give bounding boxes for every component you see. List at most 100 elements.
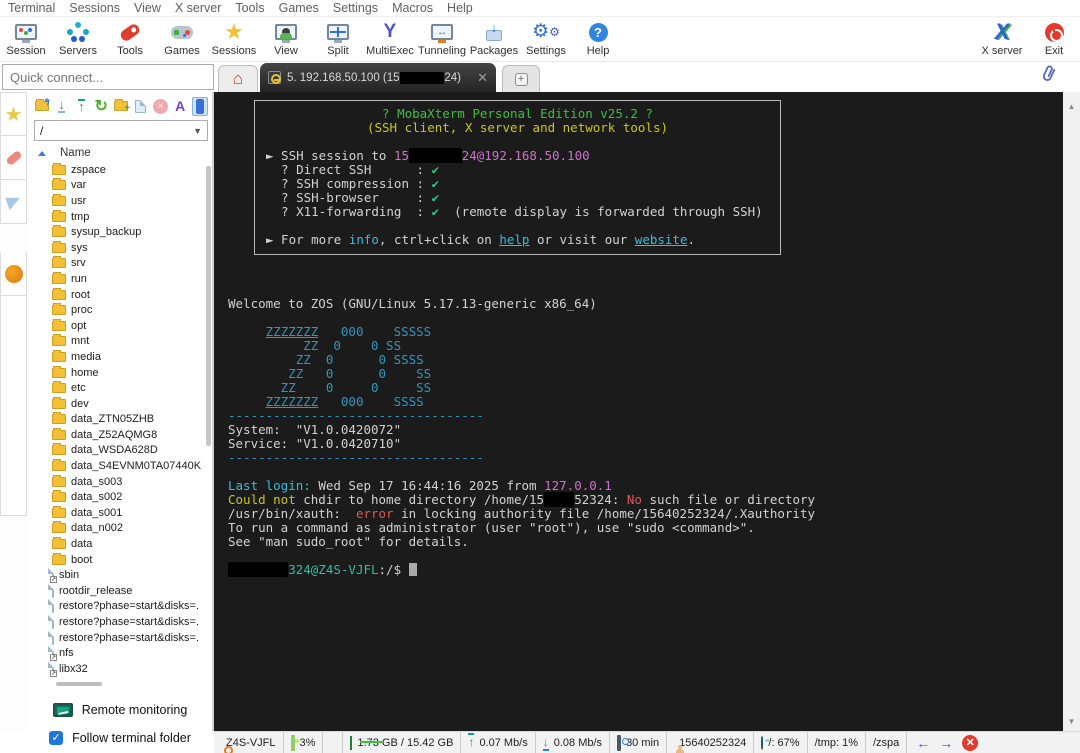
tree-item-rootdir-release[interactable]: rootdir_release bbox=[28, 583, 212, 599]
menu-item-terminal[interactable]: Terminal bbox=[6, 1, 67, 15]
file-icon bbox=[52, 583, 54, 598]
tree-item-data[interactable]: data bbox=[28, 536, 212, 552]
follow-terminal-label: Follow terminal folder bbox=[72, 731, 191, 745]
active-session-tab[interactable]: 5. 192.168.50.100 (15640252324) ✕ bbox=[260, 63, 496, 92]
tree-item-zspace[interactable]: zspace bbox=[28, 162, 212, 178]
close-session-button[interactable]: ✕ bbox=[962, 734, 979, 751]
tree-hscrollbar[interactable] bbox=[28, 680, 212, 688]
sidebar-tab-macros[interactable] bbox=[0, 180, 27, 224]
session-button[interactable]: Session bbox=[0, 17, 52, 61]
tunneling-button[interactable]: ↔ Tunneling bbox=[416, 17, 468, 61]
tools-button[interactable]: Tools bbox=[104, 17, 156, 61]
tree-item-sys[interactable]: sys bbox=[28, 240, 212, 256]
games-button[interactable]: Games bbox=[156, 17, 208, 61]
download-icon[interactable]: ↓ bbox=[54, 97, 70, 116]
mobaxterm-window: Terminal Sessions View X server Tools Games Se… bbox=[0, 0, 1080, 753]
tree-item-data-s003[interactable]: data_s003 bbox=[28, 474, 212, 490]
new-file-icon[interactable] bbox=[133, 97, 149, 116]
tab-bar: ⌂ 5. 192.168.50.100 (15640252324) ✕ + bbox=[216, 62, 1062, 92]
follow-track-icon[interactable] bbox=[192, 96, 209, 116]
menu-item-macros[interactable]: Macros bbox=[390, 1, 445, 15]
tree-item-home[interactable]: home bbox=[28, 365, 212, 381]
tree-item-mnt[interactable]: mnt bbox=[28, 334, 212, 350]
sidebar-tab-tools[interactable] bbox=[0, 136, 27, 180]
follow-terminal-folder-row: ✓ Follow terminal folder bbox=[28, 724, 212, 752]
x-server-button[interactable]: XX server bbox=[976, 17, 1028, 61]
next-tab-arrow-icon[interactable]: → bbox=[937, 735, 955, 751]
tree-item-data-z52aqmg8[interactable]: data_Z52AQMG8 bbox=[28, 427, 212, 443]
tree-scrollbar[interactable] bbox=[204, 162, 211, 680]
terminal-scrollbar[interactable]: ▲ ▼ bbox=[1063, 92, 1080, 731]
remote-monitoring-button[interactable]: Remote monitoring bbox=[28, 696, 212, 724]
home-tab[interactable]: ⌂ bbox=[218, 65, 258, 92]
tree-header[interactable]: Name bbox=[28, 141, 212, 162]
follow-terminal-checkbox[interactable]: ✓ bbox=[49, 731, 64, 745]
games-icon bbox=[171, 20, 193, 44]
tree-item-opt[interactable]: opt bbox=[28, 318, 212, 334]
path-combobox[interactable]: / ▼ bbox=[34, 120, 208, 141]
scroll-up-icon[interactable]: ▲ bbox=[1063, 98, 1080, 114]
scroll-down-icon[interactable]: ▼ bbox=[1063, 713, 1080, 729]
status-3-: 3% bbox=[284, 731, 324, 753]
folder-icon bbox=[52, 474, 66, 487]
folder-icon bbox=[52, 318, 66, 331]
sessions-button[interactable]: ★ Sessions bbox=[208, 17, 260, 61]
tree-item-sbin[interactable]: ↗ sbin bbox=[28, 567, 212, 584]
menu-item-sessions[interactable]: Sessions bbox=[67, 1, 132, 15]
tree-item-etc[interactable]: etc bbox=[28, 380, 212, 396]
tree-scrollbar-thumb[interactable] bbox=[206, 166, 211, 446]
tree-item-nfs[interactable]: ↗ nfs bbox=[28, 645, 212, 662]
view-button[interactable]: View bbox=[260, 17, 312, 61]
quick-connect-input[interactable] bbox=[2, 64, 214, 90]
sidebar-tab-sftp[interactable] bbox=[0, 252, 27, 296]
menu-item-view[interactable]: View bbox=[132, 1, 173, 15]
paperclip-icon[interactable] bbox=[1040, 64, 1058, 89]
tree-item-restore-phase-start-disks-[interactable]: restore?phase=start&disks=. bbox=[28, 614, 212, 630]
multiexec-button[interactable]: Y MultiExec bbox=[364, 17, 416, 61]
tree-item-data-s001[interactable]: data_s001 bbox=[28, 505, 212, 521]
prev-tab-arrow-icon[interactable]: ← bbox=[914, 735, 932, 751]
tree-item-proc[interactable]: proc bbox=[28, 302, 212, 318]
sidebar-tab-sessions[interactable]: ★ bbox=[0, 92, 27, 136]
tree-item-restore-phase-start-disks-[interactable]: restore?phase=start&disks=. bbox=[28, 599, 212, 615]
servers-button[interactable]: Servers bbox=[52, 17, 104, 61]
tree-item-data-s4evnm0ta07440k[interactable]: data_S4EVNM0TA07440K bbox=[28, 458, 212, 474]
tree-item-boot[interactable]: boot bbox=[28, 552, 212, 568]
menu-item-settings[interactable]: Settings bbox=[331, 1, 390, 15]
tree-item-libx32[interactable]: ↗ libx32 bbox=[28, 661, 212, 677]
packages-button[interactable]: ↓ Packages bbox=[468, 17, 520, 61]
delete-icon[interactable]: × bbox=[152, 97, 169, 116]
tree-item-usr[interactable]: usr bbox=[28, 193, 212, 209]
parent-folder-icon[interactable]: ↰ bbox=[34, 97, 50, 116]
split-button[interactable]: Split bbox=[312, 17, 364, 61]
upload-icon[interactable]: ↑ bbox=[74, 97, 90, 116]
tree-item-tmp[interactable]: tmp bbox=[28, 209, 212, 225]
terminal-view[interactable]: ? MobaXterm Personal Edition v25.2 ? (SSH… bbox=[214, 92, 1063, 731]
refresh-icon[interactable]: ↻ bbox=[93, 97, 109, 116]
menu-item-x-server[interactable]: X server bbox=[173, 1, 234, 15]
menu-item-help[interactable]: Help bbox=[445, 1, 485, 15]
tree-item-var[interactable]: var bbox=[28, 178, 212, 194]
new-folder-icon[interactable]: + bbox=[113, 97, 130, 116]
exit-button[interactable]: Exit bbox=[1028, 17, 1080, 61]
tree-item-srv[interactable]: srv bbox=[28, 256, 212, 272]
tree-item-sysup-backup[interactable]: sysup_backup bbox=[28, 224, 212, 240]
tree-item-data-n002[interactable]: data_n002 bbox=[28, 521, 212, 537]
menu-item-games[interactable]: Games bbox=[277, 1, 331, 15]
menu-item-tools[interactable]: Tools bbox=[233, 1, 276, 15]
folder-icon bbox=[52, 271, 66, 284]
help-button[interactable]: ? Help bbox=[572, 17, 624, 61]
tree-item-root[interactable]: root bbox=[28, 287, 212, 303]
settings-button[interactable]: ⚙⚙ Settings bbox=[520, 17, 572, 61]
tab-close-icon[interactable]: ✕ bbox=[473, 70, 488, 86]
new-tab-button[interactable]: + bbox=[502, 65, 540, 92]
tree-item-data-ztn05zhb[interactable]: data_ZTN05ZHB bbox=[28, 412, 212, 428]
tree-hscrollbar-thumb[interactable] bbox=[56, 682, 102, 686]
tree-item-dev[interactable]: dev bbox=[28, 396, 212, 412]
tree-item-data-s002[interactable]: data_s002 bbox=[28, 489, 212, 505]
tree-item-restore-phase-start-disks-[interactable]: restore?phase=start&disks=. bbox=[28, 630, 212, 646]
tree-item-media[interactable]: media bbox=[28, 349, 212, 365]
tree-item-run[interactable]: run bbox=[28, 271, 212, 287]
encoding-icon[interactable]: A bbox=[172, 97, 188, 116]
tree-item-data-wsda628d[interactable]: data_WSDA628D bbox=[28, 443, 212, 459]
